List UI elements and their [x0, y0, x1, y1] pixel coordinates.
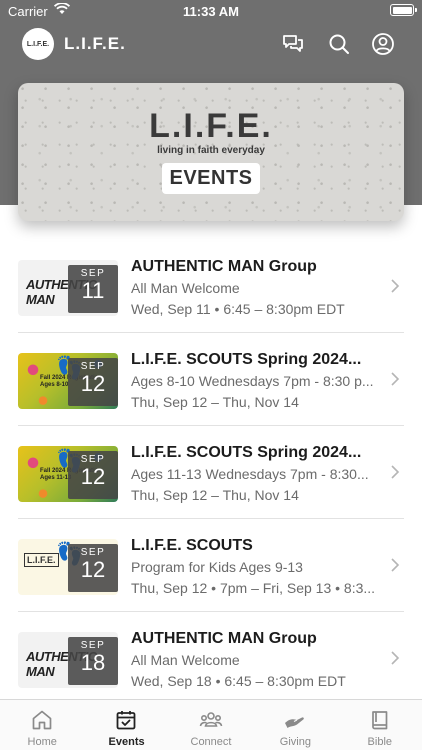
event-datetime: Wed, Sep 11 • 6:45 – 8:30pm EDT — [131, 301, 345, 317]
tab-bible[interactable]: Bible — [338, 700, 422, 750]
date-day: 12 — [80, 557, 106, 582]
event-item[interactable]: AUTHENTIC MAN SEP 11 AUTHENTIC MAN Group… — [18, 240, 404, 333]
tab-label: Giving — [279, 736, 311, 748]
event-title: L.I.F.E. SCOUTS Spring 2024... — [131, 444, 362, 461]
banner-events-tag: EVENTS — [162, 163, 260, 194]
date-day: 18 — [80, 650, 106, 675]
chevron-right-icon — [391, 651, 400, 665]
event-datetime: Thu, Sep 12 – Thu, Nov 14 — [131, 394, 299, 410]
date-badge: SEP 12 — [68, 544, 118, 592]
tab-label: Bible — [367, 736, 393, 748]
event-item[interactable]: Fall 2024 Registration Ages 11-13 👣 SEP … — [18, 426, 404, 519]
chevron-right-icon — [391, 558, 400, 572]
chat-icon[interactable] — [281, 32, 305, 56]
thumbnail-text: L.I.F.E. — [24, 553, 59, 567]
date-day: 12 — [80, 371, 106, 396]
search-icon[interactable] — [327, 32, 351, 56]
tab-events[interactable]: Events — [84, 700, 168, 750]
date-badge: SEP 12 — [68, 451, 118, 499]
date-badge: SEP 12 — [68, 358, 118, 406]
event-subtitle: All Man Welcome — [131, 652, 240, 668]
book-icon — [371, 711, 387, 730]
event-datetime: Thu, Sep 12 – Thu, Nov 14 — [131, 487, 299, 503]
tab-connect[interactable]: Connect — [169, 700, 253, 750]
event-title: L.I.F.E. SCOUTS Spring 2024... — [131, 351, 362, 368]
giving-hand-icon — [285, 717, 305, 728]
event-datetime: Wed, Sep 18 • 6:45 – 8:30pm EDT — [131, 673, 346, 689]
app-header: L.I.F.E. L.I.F.E. — [0, 26, 422, 62]
event-item[interactable]: Fall 2024 Registration Ages 8-10 👣 SEP 1… — [18, 333, 404, 426]
tab-home[interactable]: Home — [0, 700, 84, 750]
event-subtitle: All Man Welcome — [131, 280, 240, 296]
event-item[interactable]: AUTHENTIC MAN SEP 18 AUTHENTIC MAN Group… — [18, 612, 404, 705]
event-datetime: Thu, Sep 12 • 7pm – Fri, Sep 13 • 8:3... — [131, 580, 376, 596]
date-badge: SEP 18 — [68, 637, 118, 685]
home-icon — [32, 710, 52, 730]
banner-brand: L.I.F.E. — [149, 107, 273, 145]
app-title: L.I.F.E. — [64, 34, 126, 53]
church-logo[interactable]: L.I.F.E. — [22, 28, 54, 60]
event-item[interactable]: L.I.F.E. 👣 SEP 12 L.I.F.E. SCOUTS Progra… — [18, 519, 404, 612]
tab-giving[interactable]: Giving — [253, 700, 337, 750]
event-subtitle: Ages 11-13 Wednesdays 7pm - 8:30... — [131, 466, 369, 482]
people-icon — [199, 712, 223, 727]
profile-icon[interactable] — [371, 32, 395, 56]
calendar-check-icon — [116, 711, 136, 730]
event-title: AUTHENTIC MAN Group — [131, 258, 317, 275]
clock: 11:33 AM — [183, 4, 239, 19]
chevron-right-icon — [391, 279, 400, 293]
tab-label: Events — [108, 736, 145, 748]
event-subtitle: Program for Kids Ages 9-13 — [131, 559, 303, 575]
tab-label: Connect — [190, 736, 232, 748]
events-banner: L.I.F.E. living in faith everyday EVENTS — [18, 83, 404, 221]
date-day: 12 — [80, 464, 106, 489]
event-subtitle: Ages 8-10 Wednesdays 7pm - 8:30 p... — [131, 373, 374, 389]
battery-icon — [390, 4, 417, 16]
chevron-right-icon — [391, 465, 400, 479]
logo-text: L.I.F.E. — [26, 40, 50, 48]
bottom-tab-bar: Home Events Connect Giving Bible — [0, 699, 422, 750]
event-title: AUTHENTIC MAN Group — [131, 630, 317, 647]
event-title: L.I.F.E. SCOUTS — [131, 537, 253, 554]
tab-label: Home — [27, 736, 57, 748]
date-badge: SEP 11 — [68, 265, 118, 313]
banner-tagline: living in faith everyday — [157, 145, 265, 156]
date-day: 11 — [81, 278, 105, 303]
status-bar: Carrier 11:33 AM — [0, 0, 422, 24]
chevron-right-icon — [391, 372, 400, 386]
